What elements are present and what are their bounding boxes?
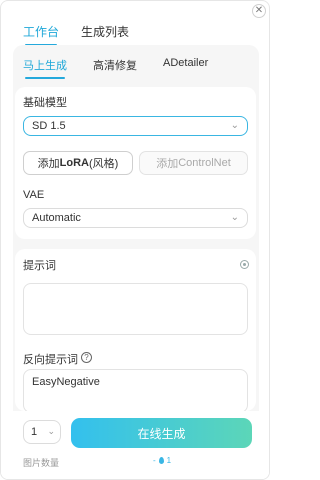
tab-adetailer[interactable]: ADetailer: [163, 57, 208, 79]
add-controlnet-button[interactable]: 添加 ControlNet: [139, 151, 248, 175]
chevron-down-icon: ⌄: [230, 120, 239, 131]
tab-generation-list[interactable]: 生成列表: [81, 23, 129, 46]
add-lora-prefix: 添加: [37, 158, 60, 170]
image-count-value: 1: [31, 426, 38, 438]
tab-generate-now[interactable]: 马上生成: [23, 57, 67, 79]
negative-prompt-label: 反向提示词: [23, 354, 78, 366]
chevron-down-icon: ⌄: [230, 212, 239, 223]
top-tab-bar: 工作台 生成列表: [23, 23, 129, 46]
image-count-label: 图片数量: [23, 458, 60, 468]
tab-workbench[interactable]: 工作台: [23, 23, 59, 46]
cost-indicator: - 1: [153, 456, 171, 465]
tab-hires-fix[interactable]: 高清修复: [93, 57, 137, 79]
add-controlnet-prefix: 添加: [156, 158, 179, 170]
generate-online-button[interactable]: 在线生成: [71, 418, 252, 448]
vae-value: Automatic: [32, 212, 81, 224]
vae-label: VAE: [23, 189, 45, 201]
cost-value: 1: [166, 456, 172, 465]
add-lora-suffix: (风格): [89, 158, 119, 170]
prompt-input[interactable]: [23, 283, 248, 335]
sub-tab-bar: 马上生成 高清修复 ADetailer: [23, 57, 208, 79]
add-lora-keyword: LoRA: [59, 157, 89, 169]
base-model-select[interactable]: SD 1.5 ⌄: [23, 116, 248, 136]
prompt-label: 提示词: [23, 260, 56, 272]
help-icon[interactable]: ?: [81, 352, 92, 363]
vae-select[interactable]: Automatic ⌄: [23, 208, 248, 228]
cost-sign: -: [153, 456, 156, 465]
base-model-value: SD 1.5: [32, 120, 66, 132]
app-window: ✕ 工作台 生成列表 马上生成 高清修复 ADetailer 基础模型 SD 1…: [0, 0, 270, 480]
image-count-select[interactable]: 1 ⌄: [23, 420, 61, 444]
negative-prompt-input[interactable]: EasyNegative: [23, 369, 248, 413]
base-model-label: 基础模型: [23, 97, 67, 109]
palette-icon[interactable]: [240, 260, 249, 269]
drop-icon: [158, 457, 164, 464]
close-icon[interactable]: ✕: [252, 4, 266, 18]
add-lora-button[interactable]: 添加 LoRA (风格): [23, 151, 133, 175]
chevron-down-icon: ⌄: [47, 426, 55, 436]
add-controlnet-keyword: ControlNet: [178, 157, 231, 169]
